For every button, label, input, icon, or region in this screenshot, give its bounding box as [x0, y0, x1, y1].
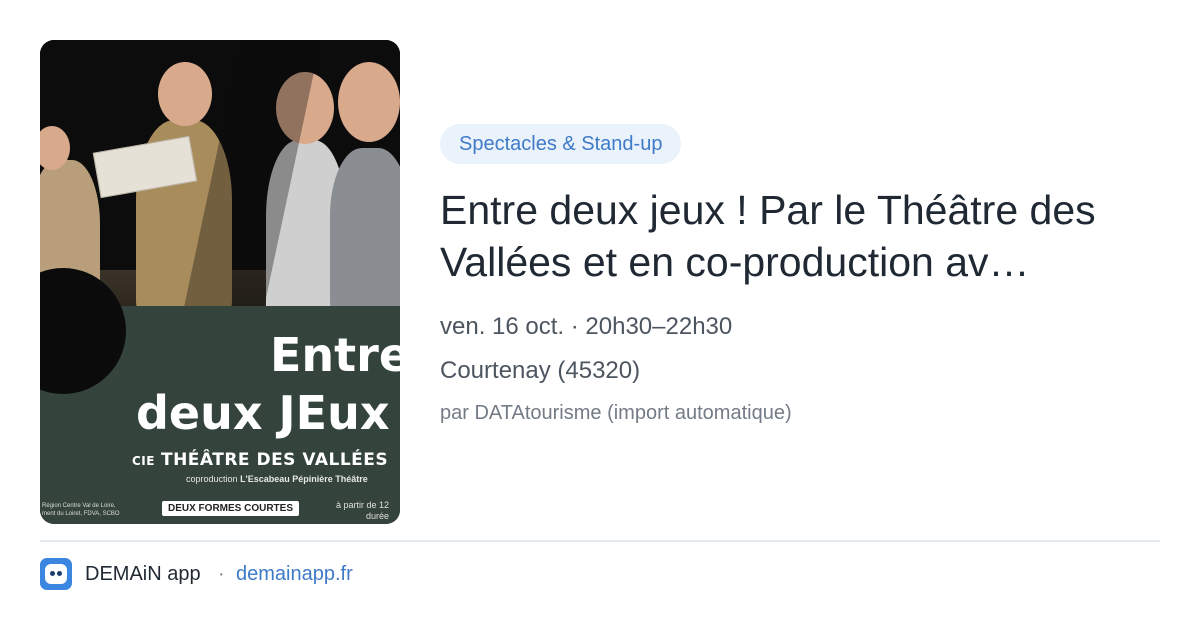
poster-funders-line1: Région Centre Val de Loire, — [42, 503, 116, 509]
poster-badge: DEUX FORMES COURTES — [162, 501, 300, 516]
app-logo-eye-right — [57, 571, 62, 576]
poster-title-line1: Entre — [270, 328, 400, 382]
app-logo-icon — [40, 558, 72, 590]
event-poster-image[interactable]: Entre deux JEux CIE THÉÂTRE DES VALLÉES c… — [40, 40, 400, 524]
poster-age-line1: à partir de 12 — [336, 500, 390, 510]
event-source: par DATAtourisme (import automatique) — [440, 402, 792, 424]
poster-company: CIE THÉÂTRE DES VALLÉES — [132, 450, 388, 470]
poster-funders-line2: ment du Loiret, FDVA, SCBO — [42, 511, 120, 517]
poster-title-line2: deux JEux — [136, 386, 390, 440]
poster-company-name: THÉÂTRE DES VALLÉES — [160, 450, 389, 470]
poster-age-line2: durée — [366, 511, 390, 521]
footer-app-name: DEMAiN app — [85, 563, 201, 585]
app-logo-eye-left — [50, 571, 55, 576]
footer-divider — [40, 540, 1160, 542]
poster-actor-right — [330, 148, 400, 318]
poster-actor-right-head — [338, 62, 400, 142]
app-logo-face — [45, 564, 67, 584]
event-date: ven. 16 oct. · 20h30–22h30 — [440, 313, 733, 340]
event-title[interactable]: Entre deux jeux ! Par le Théâtre des Val… — [440, 184, 1160, 288]
category-chip[interactable]: Spectacles & Stand-up — [440, 124, 682, 164]
poster-coproduction: coproduction L'Escabeau Pépinière Théâtr… — [186, 474, 368, 484]
event-location: Courtenay (45320) — [440, 357, 641, 384]
footer-separator: · — [218, 563, 225, 585]
poster-actor-reader-head — [158, 62, 212, 126]
poster-coproduction-prefix: coproduction — [186, 474, 238, 484]
poster-age: à partir de 12 durée — [336, 500, 389, 522]
poster-coproduction-name: L'Escabeau Pépinière Théâtre — [240, 474, 368, 484]
poster-funders: Région Centre Val de Loire, ment du Loire… — [42, 502, 120, 518]
poster-company-prefix: CIE — [132, 454, 155, 468]
event-share-card: Entre deux JEux CIE THÉÂTRE DES VALLÉES c… — [0, 0, 1200, 630]
footer-domain-link[interactable]: demainapp.fr — [236, 563, 353, 586]
